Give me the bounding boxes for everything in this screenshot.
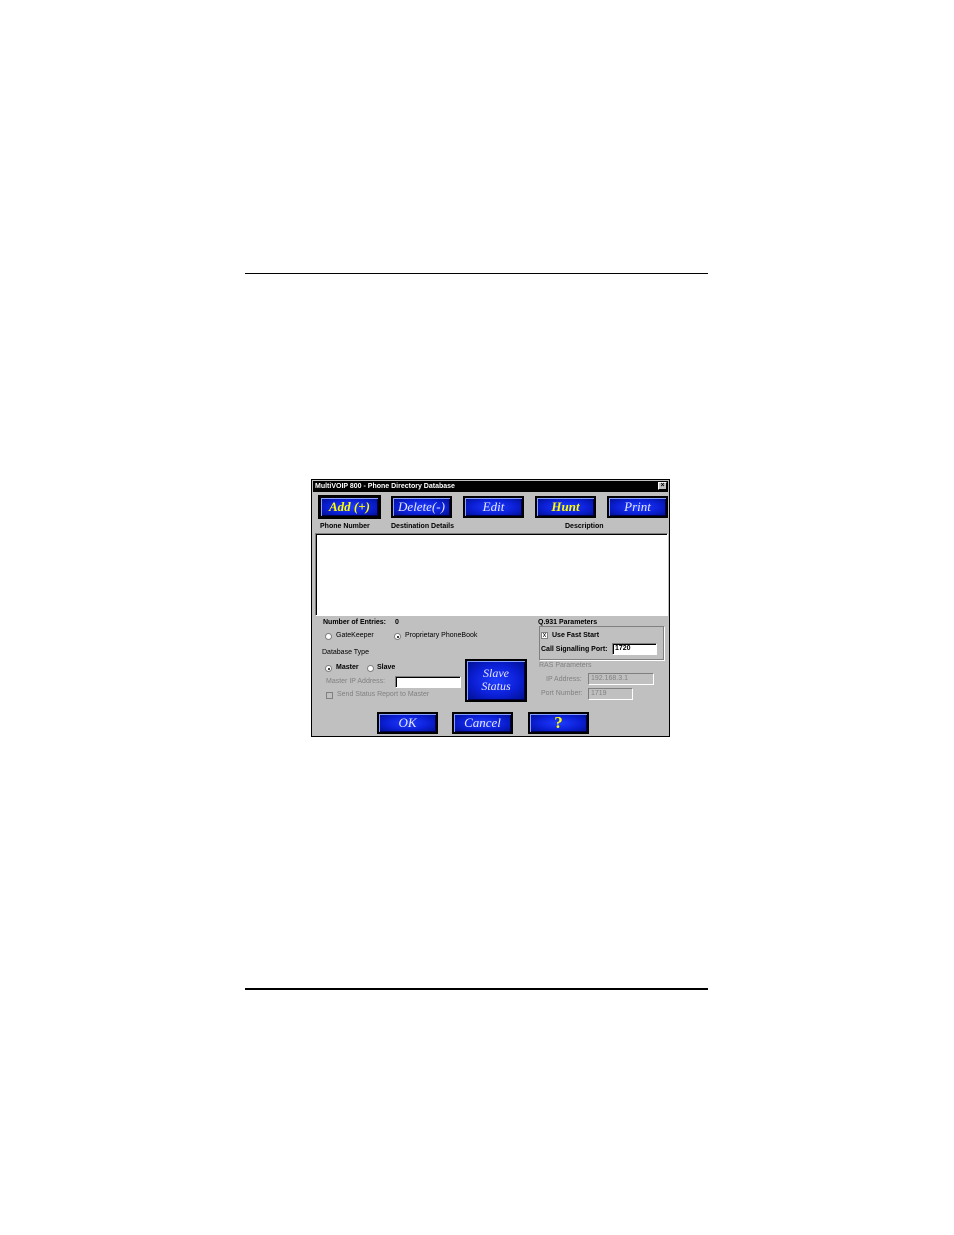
column-destination-details[interactable]: Destination Details bbox=[391, 523, 454, 530]
title-bar: MultiVOIP 800 - Phone Directory Database… bbox=[313, 481, 668, 492]
master-label: Master bbox=[336, 664, 359, 671]
phone-directory-dialog: MultiVOIP 800 - Phone Directory Database… bbox=[311, 479, 670, 737]
ras-ip-input[interactable]: 192.168.3.1 bbox=[588, 673, 654, 685]
use-fast-start-checkbox[interactable]: x bbox=[541, 632, 548, 639]
ras-label: RAS Parameters bbox=[539, 662, 592, 669]
edit-button[interactable]: Edit bbox=[463, 496, 524, 518]
send-status-checkbox[interactable] bbox=[326, 692, 333, 699]
hunt-button[interactable]: Hunt bbox=[535, 496, 596, 518]
slave-status-line2: Status bbox=[481, 679, 511, 693]
delete-button[interactable]: Delete(-) bbox=[391, 496, 452, 518]
use-fast-start-label: Use Fast Start bbox=[552, 632, 600, 639]
master-radio[interactable] bbox=[325, 665, 332, 672]
window-title: MultiVOIP 800 - Phone Directory Database bbox=[315, 483, 455, 490]
slave-status-button[interactable]: Slave Status bbox=[465, 659, 527, 702]
gatekeeper-radio[interactable] bbox=[325, 633, 332, 640]
database-type-label: Database Type bbox=[322, 649, 369, 656]
ras-port-label: Port Number: bbox=[541, 690, 583, 697]
slave-label: Slave bbox=[377, 664, 396, 671]
add-button[interactable]: Add (+) bbox=[318, 495, 381, 519]
column-description[interactable]: Description bbox=[565, 523, 604, 530]
help-button[interactable]: ? bbox=[528, 712, 589, 734]
page-top-rule bbox=[245, 273, 708, 274]
send-status-label: Send Status Report to Master bbox=[337, 691, 430, 698]
help-icon: ? bbox=[554, 713, 563, 732]
master-ip-input[interactable] bbox=[395, 676, 461, 688]
cancel-button[interactable]: Cancel bbox=[452, 712, 513, 734]
entries-count: 0 bbox=[395, 619, 399, 626]
page-bottom-rule bbox=[245, 988, 708, 990]
ok-button[interactable]: OK bbox=[377, 712, 438, 734]
ras-port-input[interactable]: 1719 bbox=[588, 688, 633, 700]
column-phone-number[interactable]: Phone Number bbox=[320, 523, 370, 530]
print-button[interactable]: Print bbox=[607, 496, 668, 518]
master-ip-label: Master IP Address: bbox=[326, 678, 386, 685]
phone-directory-list[interactable] bbox=[315, 533, 668, 616]
ras-ip-label: IP Address: bbox=[546, 676, 582, 683]
q931-label: Q.931 Parameters bbox=[537, 619, 599, 626]
close-icon[interactable]: × bbox=[658, 482, 667, 490]
slave-radio[interactable] bbox=[367, 665, 374, 672]
entries-label: Number of Entries: bbox=[323, 619, 387, 626]
proprietary-phonebook-label: Proprietary PhoneBook bbox=[405, 632, 478, 639]
call-signalling-label: Call Signalling Port: bbox=[541, 646, 608, 653]
gatekeeper-label: GateKeeper bbox=[336, 632, 374, 639]
call-signalling-port-input[interactable]: 1720 bbox=[612, 643, 657, 655]
proprietary-phonebook-radio[interactable] bbox=[394, 633, 401, 640]
